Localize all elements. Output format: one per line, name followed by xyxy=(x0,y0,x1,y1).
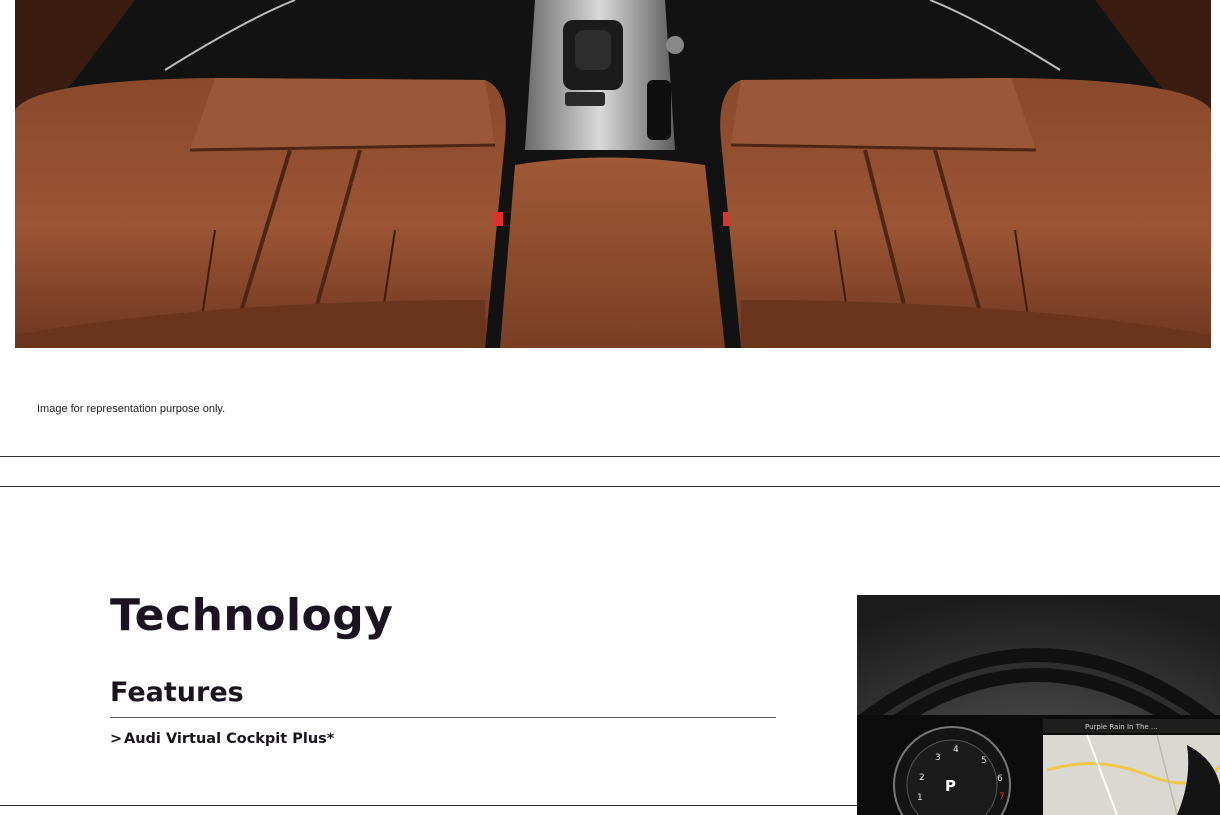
chevron-right-icon: > xyxy=(110,731,123,747)
dial-number: 3 xyxy=(935,753,941,763)
section-title: Technology xyxy=(110,590,394,641)
interior-illustration xyxy=(15,0,1211,348)
media-text: Purple Rain In The ... xyxy=(1085,723,1158,731)
technology-card: Technology Features > Audi Virtual Cockp… xyxy=(0,486,1220,815)
feature-label: Audi Virtual Cockpit Plus* xyxy=(124,731,335,747)
features-heading: Features xyxy=(110,677,244,708)
dial-number: 4 xyxy=(953,745,959,755)
image-caption: Image for representation purpose only. xyxy=(37,403,226,415)
dial-number: 2 xyxy=(919,773,925,783)
feature-item-virtual-cockpit[interactable]: > Audi Virtual Cockpit Plus* xyxy=(110,731,334,747)
dial-number: 1 xyxy=(917,793,923,803)
dial-number: 7 xyxy=(999,792,1005,802)
interior-card: Image for representation purpose only. xyxy=(0,0,1220,457)
feature-list: > Audi Virtual Cockpit Plus* xyxy=(110,731,334,747)
cockpit-illustration: 3 4 5 2 6 1 7 P Purple Rain In The ... xyxy=(857,595,1220,815)
gear-indicator: P xyxy=(945,777,956,795)
features-divider xyxy=(110,717,776,718)
dial-number: 5 xyxy=(981,756,987,766)
dial-number: 6 xyxy=(997,774,1003,784)
interior-image xyxy=(15,0,1211,348)
cockpit-image: 3 4 5 2 6 1 7 P Purple Rain In The ... xyxy=(857,595,1220,815)
